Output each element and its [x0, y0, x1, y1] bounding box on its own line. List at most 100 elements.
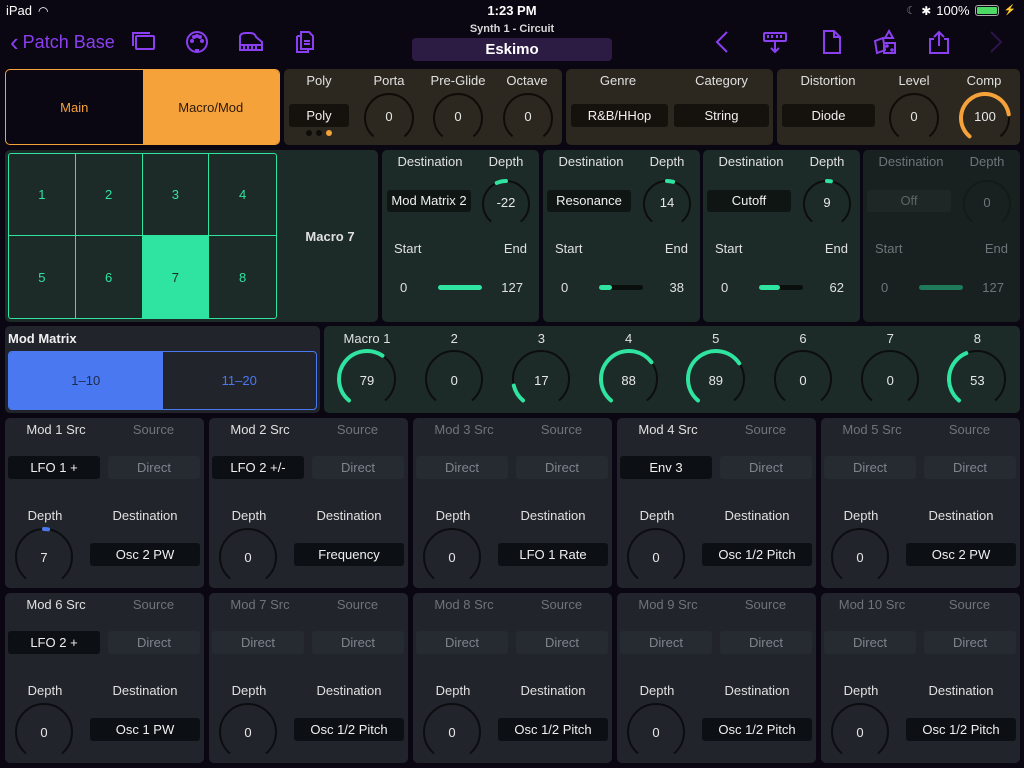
destination-select[interactable]: Mod Matrix 2: [387, 190, 471, 212]
mod-destination-select[interactable]: LFO 1 Rate: [498, 543, 608, 566]
copy-documents-icon[interactable]: [292, 29, 318, 55]
mod-depth-knob[interactable]: 0: [623, 526, 689, 588]
next-icon[interactable]: [982, 29, 1008, 55]
mod-destination-select[interactable]: Osc 1/2 Pitch: [294, 718, 404, 741]
mod-destination-select[interactable]: Osc 2 PW: [906, 543, 1016, 566]
mod-depth-knob[interactable]: 7: [11, 526, 77, 588]
destination-select[interactable]: Resonance: [547, 190, 631, 212]
macro-cell[interactable]: 1: [9, 154, 76, 236]
mod-src-label: Mod 3 Src: [434, 422, 494, 437]
macro-cell[interactable]: 3: [142, 154, 210, 236]
mod-source-1-select[interactable]: Direct: [416, 631, 508, 654]
macro-knob[interactable]: 79: [334, 348, 400, 410]
category-select[interactable]: String: [674, 104, 769, 127]
macro-cell[interactable]: 5: [9, 236, 76, 318]
mod-source-1-select[interactable]: Direct: [824, 456, 916, 479]
depth-knob[interactable]: 14: [640, 178, 694, 230]
range-slider[interactable]: [599, 285, 643, 290]
mod-depth-knob[interactable]: 0: [827, 526, 893, 588]
midi-port-icon[interactable]: [184, 29, 210, 55]
mod-source-2-select[interactable]: Direct: [312, 631, 404, 654]
mod-destination-select[interactable]: Osc 1 PW: [90, 718, 200, 741]
macro-cell[interactable]: 4: [209, 154, 276, 236]
destination-select[interactable]: Off: [867, 190, 951, 212]
new-document-icon[interactable]: [818, 29, 844, 55]
back-button[interactable]: ‹ Patch Base: [10, 29, 115, 55]
mod-depth-knob[interactable]: 0: [623, 701, 689, 763]
range-slider[interactable]: [759, 285, 803, 290]
send-to-synth-icon[interactable]: [762, 29, 788, 55]
distortion-select[interactable]: Diode: [782, 104, 875, 127]
macro-knob[interactable]: 0: [421, 348, 487, 410]
mod-depth-knob[interactable]: 0: [827, 701, 893, 763]
porta-knob[interactable]: 0: [361, 91, 417, 145]
mod-source-2-select[interactable]: Direct: [108, 456, 200, 479]
mod-source-2-select[interactable]: Direct: [720, 456, 812, 479]
macro-knob[interactable]: 89: [683, 348, 749, 410]
share-icon[interactable]: [926, 29, 952, 55]
genre-select[interactable]: R&B/HHop: [571, 104, 668, 127]
comp-knob[interactable]: 100: [957, 91, 1013, 145]
knob-fill: [665, 179, 676, 184]
mod-source-1-select[interactable]: LFO 2 +/-: [212, 456, 304, 479]
randomize-dice-icon[interactable]: [872, 29, 898, 55]
mod-depth-knob[interactable]: 0: [215, 526, 281, 588]
mod-destination-select[interactable]: Osc 1/2 Pitch: [702, 718, 812, 741]
piano-icon[interactable]: [238, 29, 264, 55]
tab-main[interactable]: Main: [6, 70, 143, 144]
mod-source-1-select[interactable]: LFO 1 +: [8, 456, 100, 479]
mod-source-1-select[interactable]: Direct: [620, 631, 712, 654]
level-knob[interactable]: 0: [886, 91, 942, 145]
mod-source-1-select[interactable]: Direct: [824, 631, 916, 654]
mod-source-2-select[interactable]: Direct: [108, 631, 200, 654]
mod-depth-knob[interactable]: 0: [419, 701, 485, 763]
mod-depth-knob[interactable]: 0: [419, 526, 485, 588]
destination-select[interactable]: Cutoff: [707, 190, 791, 212]
mod-source-2-select[interactable]: Direct: [516, 631, 608, 654]
poly-select[interactable]: Poly: [289, 104, 349, 127]
macro-cell[interactable]: 7: [142, 236, 210, 318]
mod-source-2-select[interactable]: Direct: [516, 456, 608, 479]
macro-cell[interactable]: 2: [75, 154, 143, 236]
mod-depth-knob[interactable]: 0: [11, 701, 77, 763]
mod-source-2-select[interactable]: Direct: [924, 631, 1016, 654]
mod-source-1-select[interactable]: LFO 2 +: [8, 631, 100, 654]
mod-destination-select[interactable]: Osc 1/2 Pitch: [498, 718, 608, 741]
patch-name-field[interactable]: Eskimo: [412, 38, 612, 61]
tab-mods-11-20[interactable]: 11–20: [163, 352, 317, 409]
back-label: Patch Base: [22, 31, 115, 52]
mod-source-1-select[interactable]: Direct: [416, 456, 508, 479]
macro-knob[interactable]: 0: [770, 348, 836, 410]
macro-knob[interactable]: 0: [857, 348, 923, 410]
range-slider[interactable]: [438, 285, 482, 290]
depth-knob[interactable]: -22: [479, 178, 533, 230]
pre-glide-knob[interactable]: 0: [430, 91, 486, 145]
mod-source-1-select[interactable]: Env 3: [620, 456, 712, 479]
macro-cell[interactable]: 8: [209, 236, 276, 318]
mod-source-1-select[interactable]: Direct: [212, 631, 304, 654]
depth-knob[interactable]: 9: [800, 178, 854, 230]
mod-source-2-select[interactable]: Direct: [924, 456, 1016, 479]
tab-mods-1-10[interactable]: 1–10: [9, 352, 163, 409]
macro-knob[interactable]: 53: [944, 348, 1010, 410]
mod-destination-select[interactable]: Frequency: [294, 543, 404, 566]
mod-destination-select[interactable]: Osc 1/2 Pitch: [906, 718, 1016, 741]
windows-icon[interactable]: [131, 29, 157, 55]
page-dots[interactable]: [306, 130, 332, 136]
macro-knob[interactable]: 88: [596, 348, 662, 410]
mod-slot-panel: Mod 7 Src Source Direct Direct Depth Destinat…: [209, 593, 408, 763]
range-slider[interactable]: [919, 285, 963, 290]
previous-icon[interactable]: [710, 29, 736, 55]
octave-knob[interactable]: 0: [500, 91, 556, 145]
mod-source-2-select[interactable]: Direct: [312, 456, 404, 479]
mod-destination-select[interactable]: Osc 2 PW: [90, 543, 200, 566]
source-label: Source: [948, 597, 991, 612]
macro-knob[interactable]: 17: [508, 348, 574, 410]
mod-destination-select[interactable]: Osc 1/2 Pitch: [702, 543, 812, 566]
macro-cell[interactable]: 6: [76, 236, 143, 318]
tab-macro-mod[interactable]: Macro/Mod: [142, 70, 279, 144]
mod-source-2-select[interactable]: Direct: [720, 631, 812, 654]
mod-src-label: Mod 2 Src: [230, 422, 290, 437]
depth-knob[interactable]: 0: [960, 178, 1014, 230]
mod-depth-knob[interactable]: 0: [215, 701, 281, 763]
